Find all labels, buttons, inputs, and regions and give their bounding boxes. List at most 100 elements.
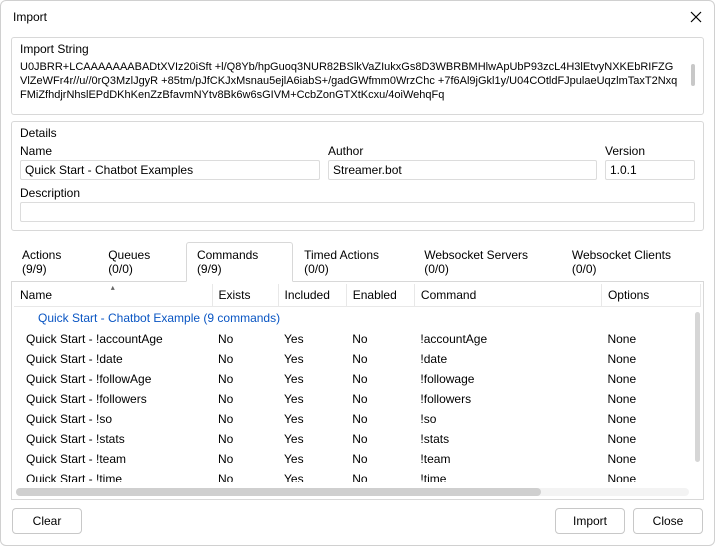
cell-included: Yes bbox=[278, 389, 346, 409]
cell-exists: No bbox=[212, 369, 278, 389]
tab-commands-label: Commands (9/9) bbox=[197, 248, 258, 276]
name-value: Quick Start - Chatbot Examples bbox=[25, 163, 193, 177]
cell-options: None bbox=[601, 369, 700, 389]
tab-websocket-servers[interactable]: Websocket Servers (0/0) bbox=[413, 242, 561, 282]
cell-options: None bbox=[601, 349, 700, 369]
tab-timed-actions[interactable]: Timed Actions (0/0) bbox=[293, 242, 413, 282]
import-string-label: Import String bbox=[20, 42, 695, 56]
table-row[interactable]: Quick Start - !dateNoYesNo!dateNone bbox=[14, 349, 701, 369]
titlebar: Import bbox=[1, 1, 714, 31]
cell-exists: No bbox=[212, 409, 278, 429]
col-name-label: Name bbox=[20, 288, 52, 302]
import-string-group: Import String U0JBRR+LCAAAAAAABADtXVIz20… bbox=[11, 37, 704, 115]
cell-name: Quick Start - !followAge bbox=[14, 369, 212, 389]
cell-options: None bbox=[601, 329, 700, 349]
cell-name: Quick Start - !team bbox=[14, 449, 212, 469]
clear-button[interactable]: Clear bbox=[12, 508, 82, 534]
cell-enabled: No bbox=[346, 409, 414, 429]
tabs: Actions (9/9) Queues (0/0) Commands (9/9… bbox=[11, 241, 704, 282]
cell-included: Yes bbox=[278, 369, 346, 389]
col-enabled[interactable]: Enabled bbox=[346, 284, 414, 307]
version-field[interactable]: 1.0.1 bbox=[605, 160, 695, 180]
version-value: 1.0.1 bbox=[610, 163, 637, 177]
clear-button-label: Clear bbox=[33, 514, 62, 528]
name-label: Name bbox=[20, 144, 320, 158]
col-command-label: Command bbox=[421, 288, 476, 302]
cell-command: !team bbox=[414, 449, 601, 469]
cell-command: !so bbox=[414, 409, 601, 429]
cell-included: Yes bbox=[278, 349, 346, 369]
tab-commands[interactable]: Commands (9/9) bbox=[186, 242, 293, 282]
author-field[interactable]: Streamer.bot bbox=[328, 160, 597, 180]
details-group-label: Details bbox=[20, 126, 695, 140]
horizontal-scrollbar-track[interactable] bbox=[16, 488, 689, 496]
cell-exists: No bbox=[212, 469, 278, 482]
author-label: Author bbox=[328, 144, 597, 158]
table-row[interactable]: Quick Start - !statsNoYesNo!statsNone bbox=[14, 429, 701, 449]
table-row[interactable]: Quick Start - !soNoYesNo!soNone bbox=[14, 409, 701, 429]
import-button[interactable]: Import bbox=[555, 508, 625, 534]
cell-name: Quick Start - !time bbox=[14, 469, 212, 482]
table-row[interactable]: Quick Start - !accountAgeNoYesNo!account… bbox=[14, 329, 701, 349]
table-row[interactable]: Quick Start - !followersNoYesNo!follower… bbox=[14, 389, 701, 409]
import-string-scrollbar[interactable] bbox=[691, 64, 695, 86]
close-icon[interactable] bbox=[688, 9, 704, 25]
cell-options: None bbox=[601, 449, 700, 469]
tab-websocket-servers-label: Websocket Servers (0/0) bbox=[424, 248, 528, 276]
cell-options: None bbox=[601, 389, 700, 409]
cell-included: Yes bbox=[278, 469, 346, 482]
commands-table-wrap: ▴Name Exists Included Enabled Command Op… bbox=[11, 282, 704, 500]
details-group: Details Name Quick Start - Chatbot Examp… bbox=[11, 121, 704, 231]
col-included[interactable]: Included bbox=[278, 284, 346, 307]
col-exists-label: Exists bbox=[219, 288, 251, 302]
table-row[interactable]: Quick Start - !timeNoYesNo!timeNone bbox=[14, 469, 701, 482]
close-button[interactable]: Close bbox=[633, 508, 703, 534]
vertical-scrollbar[interactable] bbox=[695, 312, 700, 462]
table-row[interactable]: Quick Start - !followAgeNoYesNo!followag… bbox=[14, 369, 701, 389]
col-enabled-label: Enabled bbox=[353, 288, 397, 302]
cell-exists: No bbox=[212, 429, 278, 449]
cell-enabled: No bbox=[346, 389, 414, 409]
col-included-label: Included bbox=[285, 288, 330, 302]
cell-name: Quick Start - !stats bbox=[14, 429, 212, 449]
cell-enabled: No bbox=[346, 449, 414, 469]
tab-queues-label: Queues (0/0) bbox=[108, 248, 150, 276]
tab-queues[interactable]: Queues (0/0) bbox=[97, 242, 186, 282]
cell-included: Yes bbox=[278, 329, 346, 349]
horizontal-scrollbar-thumb[interactable] bbox=[16, 488, 541, 496]
cell-command: !followage bbox=[414, 369, 601, 389]
tab-websocket-clients[interactable]: Websocket Clients (0/0) bbox=[561, 242, 704, 282]
name-field[interactable]: Quick Start - Chatbot Examples bbox=[20, 160, 320, 180]
tab-actions[interactable]: Actions (9/9) bbox=[11, 242, 97, 282]
cell-options: None bbox=[601, 409, 700, 429]
window-title: Import bbox=[13, 10, 47, 24]
tab-actions-label: Actions (9/9) bbox=[22, 248, 61, 276]
author-value: Streamer.bot bbox=[333, 163, 402, 177]
col-exists[interactable]: Exists bbox=[212, 284, 278, 307]
table-row[interactable]: Quick Start - !teamNoYesNo!teamNone bbox=[14, 449, 701, 469]
import-string-textarea[interactable]: U0JBRR+LCAAAAAAABADtXVIz20iSft +l/Q8Yb/h… bbox=[20, 60, 695, 106]
import-string-value: U0JBRR+LCAAAAAAABADtXVIz20iSft +l/Q8Yb/h… bbox=[20, 61, 677, 101]
cell-exists: No bbox=[212, 329, 278, 349]
description-field[interactable] bbox=[20, 202, 695, 222]
import-button-label: Import bbox=[573, 514, 607, 528]
cell-command: !stats bbox=[414, 429, 601, 449]
col-options[interactable]: Options bbox=[601, 284, 700, 307]
cell-exists: No bbox=[212, 449, 278, 469]
cell-name: Quick Start - !date bbox=[14, 349, 212, 369]
col-command[interactable]: Command bbox=[414, 284, 601, 307]
cell-enabled: No bbox=[346, 349, 414, 369]
cell-command: !accountAge bbox=[414, 329, 601, 349]
cell-command: !date bbox=[414, 349, 601, 369]
cell-name: Quick Start - !so bbox=[14, 409, 212, 429]
table-group-row[interactable]: Quick Start - Chatbot Example (9 command… bbox=[14, 307, 701, 330]
cell-options: None bbox=[601, 469, 700, 482]
col-name[interactable]: ▴Name bbox=[14, 284, 212, 307]
table-group-title: Quick Start - Chatbot Example (9 command… bbox=[14, 307, 701, 330]
cell-name: Quick Start - !accountAge bbox=[14, 329, 212, 349]
close-button-label: Close bbox=[653, 514, 684, 528]
cell-enabled: No bbox=[346, 369, 414, 389]
cell-name: Quick Start - !followers bbox=[14, 389, 212, 409]
cell-command: !time bbox=[414, 469, 601, 482]
tab-timed-actions-label: Timed Actions (0/0) bbox=[304, 248, 379, 276]
